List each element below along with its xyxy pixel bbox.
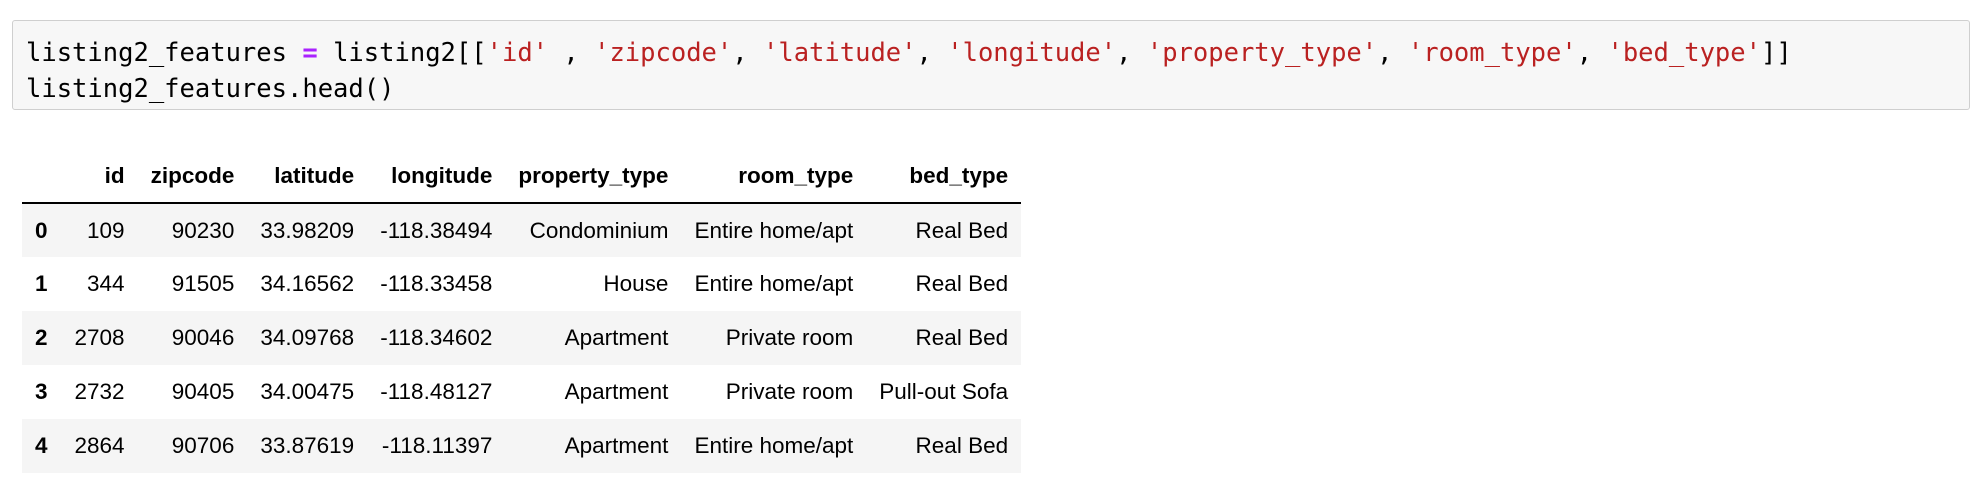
- cell-longitude: -118.11397: [381, 433, 493, 458]
- code-assign-operator: =: [302, 38, 318, 68]
- row-index: 0: [35, 217, 48, 243]
- cell-zipcode: 90706: [171, 433, 235, 458]
- cell-latitude: 33.98209: [260, 217, 355, 243]
- cell-latitude: 33.87619: [260, 433, 355, 458]
- column-header-latitude: latitude: [247, 150, 368, 204]
- code-call-close: ]]: [1761, 38, 1792, 68]
- cell-id: 2708: [74, 325, 125, 350]
- cell-room-type: Entire home/apt: [694, 217, 854, 243]
- row-index: 4: [35, 433, 48, 458]
- cell-property-type: Apartment: [564, 379, 669, 404]
- cell-zipcode: 90405: [171, 379, 235, 404]
- cell-bed-type: Pull-out Sofa: [879, 379, 1009, 404]
- cell-id: 109: [87, 217, 125, 243]
- code-arg-id: 'id': [486, 38, 549, 68]
- table-row: 2 2708 90046 34.09768 -118.34602 Apartme…: [22, 311, 1022, 365]
- row-index: 1: [35, 271, 48, 296]
- cell-id: 344: [87, 271, 125, 296]
- code-editor[interactable]: listing2_features = listing2[['id' , 'zi…: [13, 21, 1969, 107]
- cell-zipcode: 90230: [171, 217, 235, 243]
- cell-id: 2732: [74, 379, 125, 404]
- cell-property-type: House: [603, 271, 669, 296]
- cell-zipcode: 91505: [171, 271, 235, 296]
- column-header-bed-type: bed_type: [866, 150, 1022, 204]
- code-arg-room-type: 'room_type': [1407, 38, 1577, 68]
- code-input-cell[interactable]: listing2_features = listing2[['id' , 'zi…: [12, 20, 1970, 110]
- table-row: 3 2732 90405 34.00475 -118.48127 Apartme…: [22, 365, 1022, 419]
- row-index: 2: [35, 325, 48, 350]
- cell-bed-type: Real Bed: [915, 271, 1009, 296]
- code-line-head: listing2_features.head(): [26, 74, 395, 104]
- code-arg-longitude: 'longitude': [947, 38, 1117, 68]
- cell-longitude: -118.38494: [380, 217, 493, 243]
- cell-room-type: Private room: [725, 379, 854, 404]
- cell-latitude: 34.00475: [260, 379, 355, 404]
- cell-longitude: -118.34602: [380, 325, 493, 350]
- cell-latitude: 34.09768: [260, 325, 355, 350]
- column-header-room-type: room_type: [681, 150, 867, 204]
- cell-room-type: Entire home/apt: [694, 271, 854, 296]
- table-row: 4 2864 90706 33.87619 -118.11397 Apartme…: [22, 419, 1022, 473]
- cell-longitude: -118.48127: [380, 379, 493, 404]
- table-row: 0 109 90230 33.98209 -118.38494 Condomin…: [22, 203, 1022, 257]
- cell-property-type: Apartment: [564, 433, 669, 458]
- column-header-longitude: longitude: [367, 150, 506, 204]
- code-arg-latitude: 'latitude': [762, 38, 917, 68]
- column-header-property-type: property_type: [505, 150, 682, 204]
- cell-room-type: Entire home/apt: [694, 433, 854, 458]
- column-header-zipcode: zipcode: [137, 150, 248, 204]
- code-arg-zipcode: 'zipcode': [594, 38, 733, 68]
- code-arg-property-type: 'property_type': [1146, 38, 1378, 68]
- cell-bed-type: Real Bed: [915, 433, 1009, 458]
- cell-property-type: Condominium: [529, 217, 669, 243]
- code-call-open: listing2[[: [333, 38, 487, 68]
- code-variable: listing2_features: [26, 38, 287, 68]
- cell-room-type: Private room: [725, 325, 854, 350]
- column-header-id: id: [61, 150, 138, 204]
- cell-id: 2864: [74, 433, 125, 458]
- cell-property-type: Apartment: [564, 325, 669, 350]
- cell-bed-type: Real Bed: [915, 217, 1009, 243]
- cell-output: id zipcode latitude longitude property_t…: [22, 150, 1022, 473]
- code-arg-bed-type: 'bed_type': [1607, 38, 1761, 68]
- table-row: 1 344 91505 34.16562 -118.33458 House En…: [22, 257, 1022, 311]
- cell-bed-type: Real Bed: [915, 325, 1009, 350]
- dataframe-table: id zipcode latitude longitude property_t…: [22, 150, 1022, 473]
- index-header: [22, 150, 62, 204]
- cell-zipcode: 90046: [171, 325, 235, 350]
- row-index: 3: [35, 379, 48, 404]
- table-header-row: id zipcode latitude longitude property_t…: [22, 150, 1022, 204]
- cell-latitude: 34.16562: [260, 271, 355, 296]
- cell-longitude: -118.33458: [380, 271, 493, 296]
